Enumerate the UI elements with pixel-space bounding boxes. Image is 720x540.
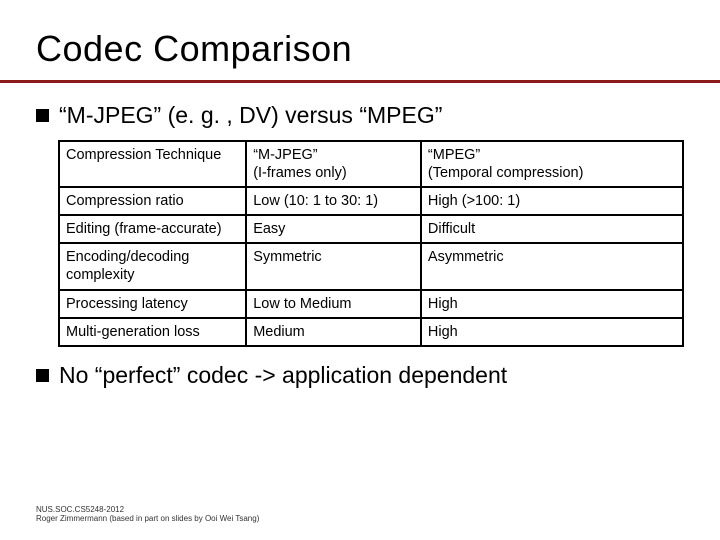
square-bullet-icon — [36, 109, 49, 122]
footer-line: NUS.SOC.CS5248-2012 — [36, 505, 259, 515]
table-cell: Processing latency — [59, 290, 246, 318]
table-cell: Compression ratio — [59, 187, 246, 215]
bullet-text: “M-JPEG” (e. g. , DV) versus “MPEG” — [59, 101, 442, 130]
table-row: Multi-generation loss Medium High — [59, 318, 683, 346]
table-cell: Low (10: 1 to 30: 1) — [246, 187, 421, 215]
table-cell: High (>100: 1) — [421, 187, 683, 215]
slide-footer: NUS.SOC.CS5248-2012 Roger Zimmermann (ba… — [36, 505, 259, 524]
slide: Codec Comparison “M-JPEG” (e. g. , DV) v… — [0, 0, 720, 540]
header-line: “M-JPEG” — [253, 147, 317, 163]
table-row: Editing (frame-accurate) Easy Difficult — [59, 215, 683, 243]
square-bullet-icon — [36, 369, 49, 382]
table-header-cell: “M-JPEG” (I-frames only) — [246, 141, 421, 187]
table-cell: Editing (frame-accurate) — [59, 215, 246, 243]
table-cell: High — [421, 318, 683, 346]
table-row: Compression ratio Low (10: 1 to 30: 1) H… — [59, 187, 683, 215]
table-cell: Difficult — [421, 215, 683, 243]
table-cell: Symmetric — [246, 243, 421, 289]
table-header-cell: “MPEG” (Temporal compression) — [421, 141, 683, 187]
comparison-table: Compression Technique “M-JPEG” (I-frames… — [58, 140, 684, 347]
bullet-item: “M-JPEG” (e. g. , DV) versus “MPEG” — [36, 101, 684, 130]
table-cell: Multi-generation loss — [59, 318, 246, 346]
table-cell: High — [421, 290, 683, 318]
table-cell: Medium — [246, 318, 421, 346]
header-line: (I-frames only) — [253, 165, 346, 181]
title-underline — [0, 80, 720, 83]
table-cell: Low to Medium — [246, 290, 421, 318]
table-cell: Easy — [246, 215, 421, 243]
table-row: Encoding/decoding complexity Symmetric A… — [59, 243, 683, 289]
table-header-cell: Compression Technique — [59, 141, 246, 187]
bullet-item: No “perfect” codec -> application depend… — [36, 361, 684, 390]
table-header-row: Compression Technique “M-JPEG” (I-frames… — [59, 141, 683, 187]
bullet-text: No “perfect” codec -> application depend… — [59, 361, 507, 390]
footer-line: Roger Zimmermann (based in part on slide… — [36, 514, 259, 524]
header-line: “MPEG” — [428, 147, 480, 163]
table-cell: Encoding/decoding complexity — [59, 243, 246, 289]
table-row: Processing latency Low to Medium High — [59, 290, 683, 318]
header-line: (Temporal compression) — [428, 165, 584, 181]
table-cell: Asymmetric — [421, 243, 683, 289]
slide-title: Codec Comparison — [36, 28, 684, 70]
